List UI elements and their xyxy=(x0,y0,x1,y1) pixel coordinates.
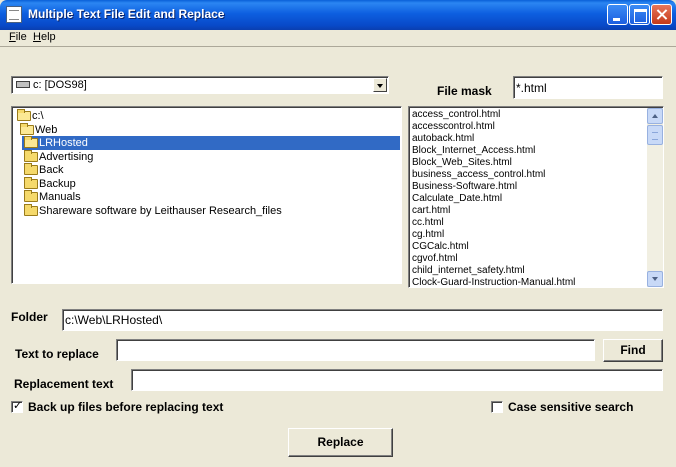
tree-item[interactable]: LRHosted xyxy=(22,136,400,150)
window-title: Multiple Text File Edit and Replace xyxy=(28,7,225,21)
file-list-item[interactable]: CGCalc.html xyxy=(412,241,469,253)
minimize-button[interactable] xyxy=(607,4,628,25)
title-bar[interactable]: Multiple Text File Edit and Replace xyxy=(0,0,676,30)
scroll-thumb[interactable] xyxy=(647,125,663,145)
folder-label: Folder xyxy=(11,310,48,324)
tree-item-label: Back xyxy=(39,164,64,176)
file-list-item[interactable]: cart.html xyxy=(412,205,450,217)
case-sensitive-checkbox[interactable] xyxy=(491,401,503,413)
chevron-down-icon[interactable] xyxy=(373,78,387,92)
maximize-button[interactable] xyxy=(629,4,650,25)
scroll-down-icon[interactable] xyxy=(647,271,663,287)
tree-item-label: Backup xyxy=(39,177,76,190)
tree-item-label: Shareware software by Leithauser Researc… xyxy=(39,204,282,217)
tree-item-label: Manuals xyxy=(39,191,81,203)
open-folder-icon xyxy=(24,136,38,148)
file-list-item[interactable]: business_access_control.html xyxy=(412,169,545,181)
tree-item-label: Web xyxy=(35,123,58,136)
menu-divider xyxy=(0,46,676,47)
menu-help[interactable]: Help xyxy=(33,31,56,43)
drive-select[interactable]: c: [DOS98] xyxy=(11,76,389,94)
file-list-item[interactable]: accesscontrol.html xyxy=(412,121,495,133)
file-list-item[interactable]: Business-Software.html xyxy=(412,181,517,193)
file-list-item[interactable]: Block_Web_Sites.html xyxy=(412,157,512,169)
tree-item-label: LRHosted xyxy=(39,137,88,149)
open-folder-icon xyxy=(17,109,31,121)
tree-item-label: Advertising xyxy=(39,150,94,163)
backup-checkbox[interactable] xyxy=(11,399,23,413)
replacement-text-label: Replacement text xyxy=(14,377,114,391)
file-list-scrollbar[interactable] xyxy=(647,108,663,287)
file-list-item[interactable]: Clock-Guard-Instruction-Manual.html xyxy=(412,277,575,287)
folder-icon xyxy=(24,190,38,202)
text-to-replace-input[interactable] xyxy=(116,339,595,361)
app-window: Multiple Text File Edit and Replace File… xyxy=(0,0,676,467)
file-list-item[interactable]: autoback.html xyxy=(412,133,474,145)
folder-icon xyxy=(24,176,38,189)
file-mask-input[interactable] xyxy=(513,76,663,99)
folder-input[interactable] xyxy=(62,309,663,331)
find-button[interactable]: Find xyxy=(603,339,663,362)
folder-icon xyxy=(24,163,38,175)
backup-checkbox-label[interactable]: Back up files before replacing text xyxy=(28,400,223,414)
folder-icon xyxy=(24,203,38,216)
text-to-replace-label: Text to replace xyxy=(15,347,99,361)
file-list-item[interactable]: cc.html xyxy=(412,217,444,229)
case-sensitive-label[interactable]: Case sensitive search xyxy=(508,400,633,414)
file-list-item[interactable]: cg.html xyxy=(412,229,444,241)
file-list-item[interactable]: access_control.html xyxy=(412,109,500,121)
tree-item-label: c:\ xyxy=(32,110,44,122)
drive-icon xyxy=(16,81,30,88)
file-list-item[interactable]: cgvof.html xyxy=(412,253,458,265)
folder-icon xyxy=(24,149,38,162)
file-list[interactable]: access_control.html accesscontrol.html aut… xyxy=(408,106,664,288)
folder-tree[interactable]: c:\ Web LRHosted Advertising Back Backup Manua… xyxy=(11,106,402,284)
file-list-item[interactable]: Calculate_Date.html xyxy=(412,193,502,205)
close-button[interactable] xyxy=(651,4,672,25)
menu-file[interactable]: File xyxy=(9,31,27,43)
file-list-item[interactable]: Block_Internet_Access.html xyxy=(412,145,535,157)
file-list-item[interactable]: child_internet_safety.html xyxy=(412,265,525,277)
scroll-up-icon[interactable] xyxy=(647,108,663,124)
drive-value: c: [DOS98] xyxy=(33,79,87,91)
app-icon[interactable] xyxy=(6,6,22,23)
open-folder-icon xyxy=(20,122,34,135)
replace-button[interactable]: Replace xyxy=(288,428,393,457)
menu-bar: File Help xyxy=(0,30,676,46)
replacement-text-input[interactable] xyxy=(131,369,663,391)
file-mask-label: File mask xyxy=(437,84,492,98)
